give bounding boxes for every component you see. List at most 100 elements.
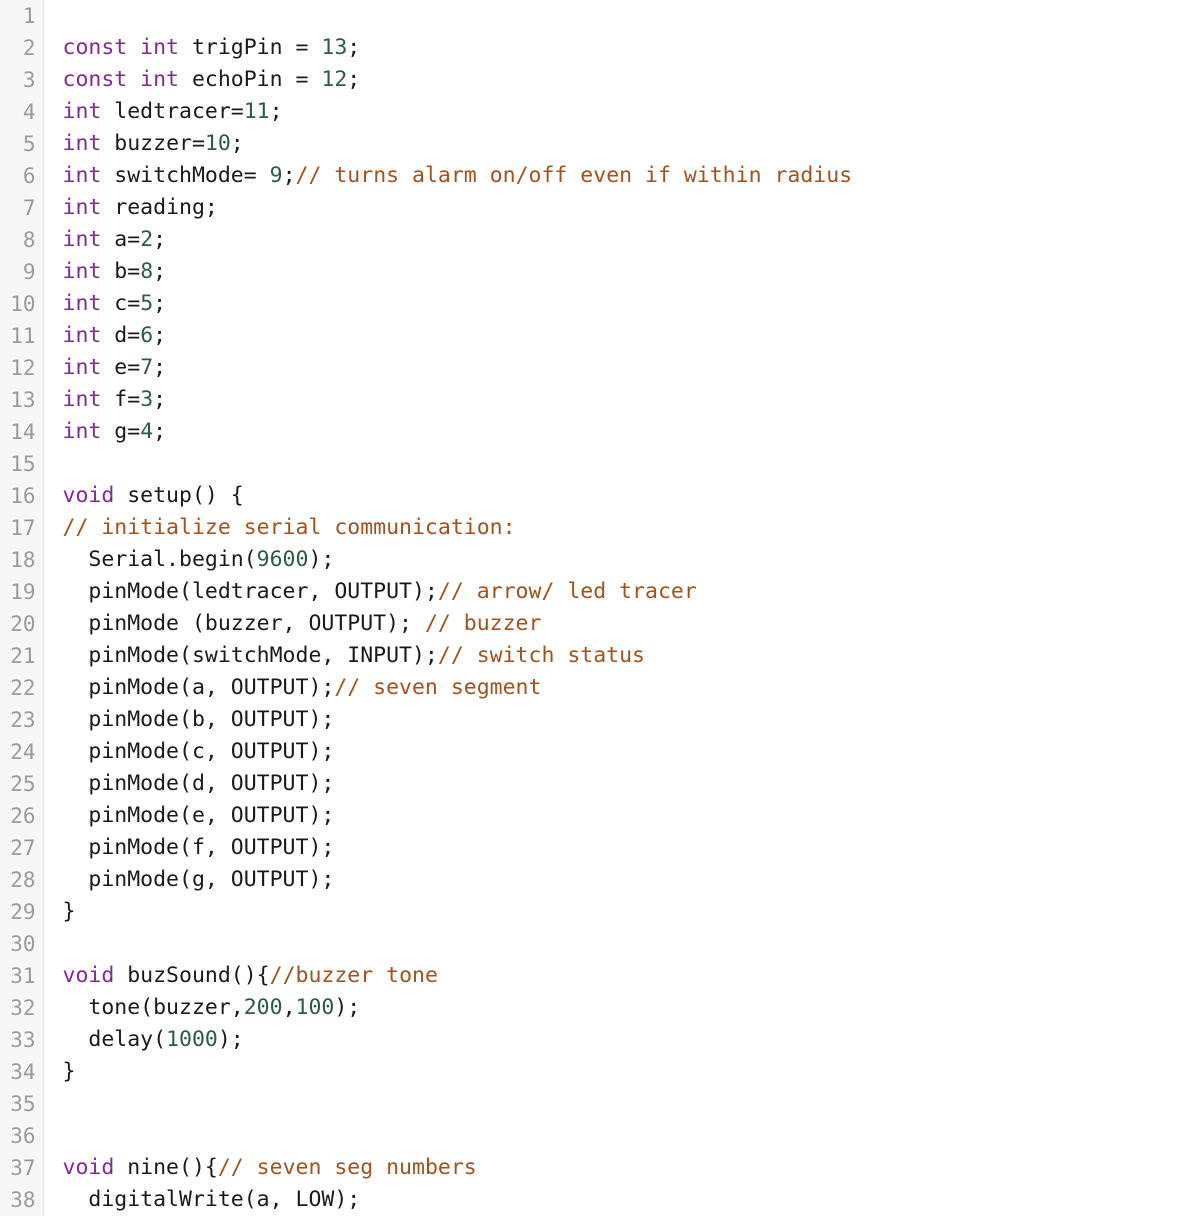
token-keyword: int xyxy=(62,259,102,284)
line-number: 20 xyxy=(0,608,44,640)
code-line-content[interactable]: void nine(){// seven seg numbers xyxy=(43,1152,1184,1184)
code-line[interactable]: 16 void setup() { xyxy=(0,480,1184,512)
code-line[interactable]: 7 int reading; xyxy=(0,192,1184,224)
code-line-content[interactable]: pinMode(b, OUTPUT); xyxy=(43,704,1184,736)
token-text: ; xyxy=(269,99,283,124)
code-line[interactable]: 17 // initialize serial communication: xyxy=(0,512,1184,544)
code-line-content[interactable]: int e=7; xyxy=(43,352,1184,384)
token-number: 9600 xyxy=(256,547,309,572)
code-line-content[interactable] xyxy=(43,1120,1184,1152)
code-viewer[interactable]: 1 2 const int trigPin = 13; 3 const int ech… xyxy=(0,0,1184,1222)
code-line[interactable]: 1 xyxy=(0,0,1184,32)
code-line[interactable]: 34} xyxy=(0,1056,1184,1088)
code-line[interactable]: 11 int d=6; xyxy=(0,320,1184,352)
line-number: 16 xyxy=(0,480,44,512)
code-line-content[interactable]: pinMode(e, OUTPUT); xyxy=(43,800,1184,832)
token-text: reading; xyxy=(101,195,218,220)
token-text: pinMode (buzzer, OUTPUT); xyxy=(62,611,425,636)
code-line[interactable]: 35 xyxy=(0,1088,1184,1120)
code-line-content[interactable]: int f=3; xyxy=(43,384,1184,416)
code-line[interactable]: 29} xyxy=(0,896,1184,928)
code-line-content[interactable]: pinMode(f, OUTPUT); xyxy=(43,832,1184,864)
code-line-content[interactable] xyxy=(43,448,1184,480)
token-text: digitalWrite(a, LOW); xyxy=(62,1187,361,1212)
code-line-content[interactable]: int b=8; xyxy=(43,256,1184,288)
code-line[interactable]: 19 pinMode(ledtracer, OUTPUT);// arrow/ … xyxy=(0,576,1184,608)
code-line[interactable]: 23 pinMode(b, OUTPUT); xyxy=(0,704,1184,736)
code-line[interactable]: 20 pinMode (buzzer, OUTPUT); // buzzer xyxy=(0,608,1184,640)
token-text: echoPin = xyxy=(179,67,322,92)
code-line[interactable]: 12 int e=7; xyxy=(0,352,1184,384)
token-number: 8 xyxy=(140,259,154,284)
code-line-content[interactable]: pinMode(c, OUTPUT); xyxy=(43,736,1184,768)
code-line[interactable]: 22 pinMode(a, OUTPUT);// seven segment xyxy=(0,672,1184,704)
code-line[interactable]: 15 xyxy=(0,448,1184,480)
code-line-content[interactable]: delay(1000); xyxy=(43,1024,1184,1056)
code-line-content[interactable]: digitalWrite(a, LOW); xyxy=(43,1184,1184,1216)
code-line[interactable]: 24 pinMode(c, OUTPUT); xyxy=(0,736,1184,768)
code-line-content[interactable]: pinMode(g, OUTPUT); xyxy=(43,864,1184,896)
code-line-content[interactable]: const int trigPin = 13; xyxy=(43,32,1184,64)
code-line[interactable]: 5 int buzzer=10; xyxy=(0,128,1184,160)
token-text: pinMode(f, OUTPUT); xyxy=(62,835,335,860)
code-line-content[interactable] xyxy=(43,1088,1184,1120)
code-line-content[interactable]: int a=2; xyxy=(43,224,1184,256)
code-line[interactable]: 6 int switchMode= 9;// turns alarm on/off… xyxy=(0,160,1184,192)
code-line[interactable]: 10 int c=5; xyxy=(0,288,1184,320)
code-line-content[interactable]: int switchMode= 9;// turns alarm on/off … xyxy=(43,160,1184,192)
code-line-content[interactable]: pinMode (buzzer, OUTPUT); // buzzer xyxy=(43,608,1184,640)
code-line[interactable]: 21 pinMode(switchMode, INPUT);// switch … xyxy=(0,640,1184,672)
code-line-content[interactable]: tone(buzzer,200,100); xyxy=(43,992,1184,1024)
token-text: ; xyxy=(347,67,361,92)
code-line-content[interactable]: } xyxy=(43,896,1184,928)
code-line[interactable]: 14 int g=4; xyxy=(0,416,1184,448)
line-number: 36 xyxy=(0,1120,44,1152)
code-line-content[interactable]: int d=6; xyxy=(43,320,1184,352)
code-line-content[interactable]: pinMode(a, OUTPUT);// seven segment xyxy=(43,672,1184,704)
code-line-content[interactable]: int reading; xyxy=(43,192,1184,224)
token-comment: // turns alarm on/off even if within rad… xyxy=(295,163,853,188)
code-line[interactable]: 3 const int echoPin = 12; xyxy=(0,64,1184,96)
line-number: 17 xyxy=(0,512,44,544)
code-line-content[interactable]: const int echoPin = 12; xyxy=(43,64,1184,96)
code-line-content[interactable]: } xyxy=(43,1056,1184,1088)
code-line[interactable]: 8 int a=2; xyxy=(0,224,1184,256)
code-line-content[interactable]: int ledtracer=11; xyxy=(43,96,1184,128)
code-line-content[interactable]: int buzzer=10; xyxy=(43,128,1184,160)
code-line[interactable]: 37 void nine(){// seven seg numbers xyxy=(0,1152,1184,1184)
code-line[interactable]: 36 xyxy=(0,1120,1184,1152)
line-number: 15 xyxy=(0,448,44,480)
code-line[interactable]: 32 tone(buzzer,200,100); xyxy=(0,992,1184,1024)
code-line[interactable]: 2 const int trigPin = 13; xyxy=(0,32,1184,64)
code-line[interactable]: 30 xyxy=(0,928,1184,960)
code-line-content[interactable]: pinMode(d, OUTPUT); xyxy=(43,768,1184,800)
line-number: 8 xyxy=(0,224,44,256)
code-line[interactable]: 26 pinMode(e, OUTPUT); xyxy=(0,800,1184,832)
code-line[interactable]: 27 pinMode(f, OUTPUT); xyxy=(0,832,1184,864)
code-line[interactable]: 25 pinMode(d, OUTPUT); xyxy=(0,768,1184,800)
code-line-content[interactable]: int g=4; xyxy=(43,416,1184,448)
code-line-content[interactable]: pinMode(ledtracer, OUTPUT);// arrow/ led… xyxy=(43,576,1184,608)
line-number: 14 xyxy=(0,416,44,448)
token-text: pinMode(switchMode, INPUT); xyxy=(62,643,438,668)
code-line[interactable]: 28 pinMode(g, OUTPUT); xyxy=(0,864,1184,896)
code-line[interactable]: 4 int ledtracer=11; xyxy=(0,96,1184,128)
token-number: 9 xyxy=(269,163,283,188)
token-keyword: int xyxy=(62,131,102,156)
code-line-content[interactable]: void setup() { xyxy=(43,480,1184,512)
code-line[interactable]: 38 digitalWrite(a, LOW); xyxy=(0,1184,1184,1216)
code-line[interactable]: 9 int b=8; xyxy=(0,256,1184,288)
code-line[interactable]: 13 int f=3; xyxy=(0,384,1184,416)
code-line-content[interactable] xyxy=(43,0,1184,32)
code-line[interactable]: 18 Serial.begin(9600); xyxy=(0,544,1184,576)
code-line-content[interactable]: // initialize serial communication: xyxy=(43,512,1184,544)
code-line[interactable]: 33 delay(1000); xyxy=(0,1024,1184,1056)
token-comment: // switch status xyxy=(437,643,645,668)
code-line-content[interactable] xyxy=(43,928,1184,960)
code-line-content[interactable]: void buzSound(){//buzzer tone xyxy=(43,960,1184,992)
token-keyword: void xyxy=(62,1155,115,1180)
code-line-content[interactable]: Serial.begin(9600); xyxy=(43,544,1184,576)
code-line-content[interactable]: pinMode(switchMode, INPUT);// switch sta… xyxy=(43,640,1184,672)
code-line-content[interactable]: int c=5; xyxy=(43,288,1184,320)
code-line[interactable]: 31 void buzSound(){//buzzer tone xyxy=(0,960,1184,992)
